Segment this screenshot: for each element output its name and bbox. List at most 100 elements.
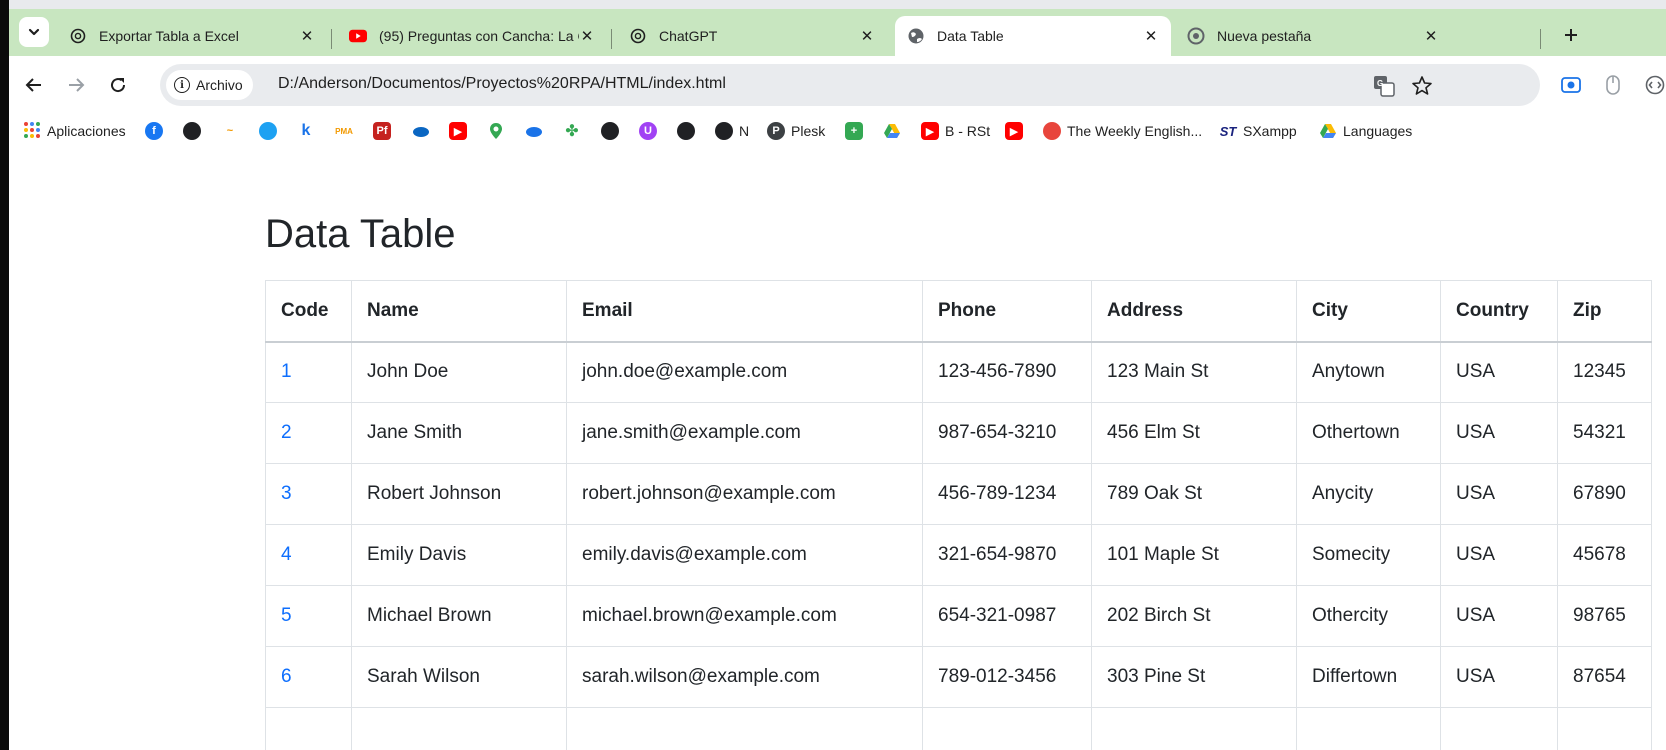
bookmarks-bar: Aplicaciones f ~ k PMA Pf ▶ ✤ U N P Ples… (9, 113, 1666, 148)
phpmyadmin-icon: PMA (335, 122, 353, 140)
svg-text:G: G (1377, 79, 1383, 88)
bookmark-label: Plesk (791, 123, 826, 139)
youtube-icon: ▶ (1005, 122, 1023, 140)
table-cell: Robert Johnson (351, 463, 567, 525)
page-title: Data Table (265, 212, 456, 256)
table-cell: 303 Pine St (1091, 646, 1297, 708)
info-icon: i (174, 77, 190, 93)
youtube-icon (349, 27, 367, 45)
github-icon (715, 122, 733, 140)
table-cell: USA (1440, 402, 1558, 464)
bookmark-pma[interactable]: PMA (335, 119, 353, 143)
plesk-icon: P (767, 122, 785, 140)
bookmark-drive[interactable] (883, 119, 901, 143)
bookmark-sxampp[interactable]: ST SXampp (1219, 119, 1297, 143)
back-button[interactable] (19, 70, 49, 100)
close-icon[interactable]: ✕ (859, 27, 875, 45)
code-link[interactable]: 3 (265, 463, 352, 525)
column-header: Country (1440, 280, 1558, 343)
window-top-strip (9, 0, 1666, 9)
bookmark-b-rst[interactable]: ▶ B - RSt (921, 119, 990, 143)
bookmark-globe-1[interactable] (183, 119, 201, 143)
table-row: 6 Sarah Wilson sarah.wilson@example.com … (265, 646, 1652, 708)
close-icon[interactable]: ✕ (1143, 27, 1159, 45)
mouse-extension-icon[interactable] (1602, 74, 1624, 96)
bookmark-facebook[interactable]: f (145, 119, 163, 143)
youtube-icon: ▶ (921, 122, 939, 140)
close-icon[interactable]: ✕ (579, 27, 595, 45)
bookmark-star-icon[interactable] (1410, 74, 1434, 98)
url-text[interactable]: D:/Anderson/Documentos/Proyectos%20RPA/H… (278, 75, 726, 93)
table-cell: 45678 (1557, 524, 1652, 586)
table-cell: Differtown (1296, 646, 1441, 708)
chrome-icon (1187, 27, 1205, 45)
tab-separator (1540, 29, 1541, 49)
bookmark-maps[interactable] (487, 119, 505, 143)
site-info-chip[interactable]: i Archivo (166, 70, 253, 100)
bookmark-github-n[interactable]: N (715, 119, 749, 143)
bookmark-cloud-1[interactable] (411, 119, 429, 143)
table-cell: 54321 (1557, 402, 1652, 464)
bookmark-weekly-english[interactable]: The Weekly English... (1043, 119, 1202, 143)
code-extension-icon[interactable] (1644, 74, 1666, 96)
close-icon[interactable]: ✕ (299, 27, 315, 45)
bookmark-globe-2[interactable] (677, 119, 695, 143)
edge-icon (259, 122, 277, 140)
table-row: 2 Jane Smith jane.smith@example.com 987-… (265, 402, 1652, 464)
bookmark-youtube-1[interactable]: ▶ (449, 119, 467, 143)
bookmark-github-1[interactable] (601, 119, 619, 143)
close-icon[interactable]: ✕ (1423, 27, 1439, 45)
bookmark-cloud-2[interactable] (525, 119, 543, 143)
translate-icon[interactable]: G (1372, 74, 1396, 98)
bookmark-apps[interactable]: Aplicaciones (23, 119, 126, 143)
table-cell: Jane Smith (351, 402, 567, 464)
table-cell: sarah.wilson@example.com (566, 646, 923, 708)
column-header: City (1296, 280, 1441, 343)
tab-title: (95) Preguntas con Cancha: La C (379, 28, 579, 44)
pf-icon: Pf (373, 122, 391, 140)
code-link[interactable]: 6 (265, 646, 352, 708)
code-link[interactable] (265, 707, 352, 750)
bookmark-pf[interactable]: Pf (373, 119, 391, 143)
tab-data-table[interactable]: Data Table ✕ (895, 16, 1171, 56)
table-cell: john.doe@example.com (566, 341, 923, 403)
bookmark-clover[interactable]: ✤ (563, 119, 581, 143)
bookmark-label: Aplicaciones (47, 123, 126, 139)
table-row: 1 John Doe john.doe@example.com 123-456-… (265, 341, 1652, 403)
bookmark-plesk[interactable]: P Plesk (767, 119, 825, 143)
column-header: Name (351, 280, 567, 343)
table-cell: 123 Main St (1091, 341, 1297, 403)
table-cell: 987-654-3210 (922, 402, 1092, 464)
column-header: Email (566, 280, 923, 343)
bookmark-youtube-2[interactable]: ▶ (1005, 119, 1023, 143)
forward-button[interactable] (61, 70, 91, 100)
code-link[interactable]: 1 (265, 341, 352, 403)
table-cell: Anycity (1296, 463, 1441, 525)
bookmark-edge[interactable] (259, 119, 277, 143)
screen-capture-extension-icon[interactable] (1560, 74, 1582, 96)
tab-chatgpt[interactable]: ChatGPT ✕ (617, 16, 887, 56)
chatgpt-icon (69, 27, 87, 45)
code-link[interactable]: 2 (265, 402, 352, 464)
bookmark-languages[interactable]: Languages (1319, 119, 1412, 143)
bookmark-k[interactable]: k (297, 119, 315, 143)
bookmark-u[interactable]: U (639, 119, 657, 143)
table-cell: Othercity (1296, 585, 1441, 647)
table-cell: 654-321-0987 (922, 585, 1092, 647)
tab-preguntas[interactable]: (95) Preguntas con Cancha: La C ✕ (337, 16, 607, 56)
new-tab-button[interactable] (1557, 21, 1585, 49)
code-link[interactable]: 5 (265, 585, 352, 647)
cloud-icon (525, 122, 543, 140)
bookmark-wave[interactable]: ~ (221, 119, 239, 143)
address-bar[interactable]: i Archivo D:/Anderson/Documentos/Proyect… (160, 64, 1540, 106)
table-cell: 101 Maple St (1091, 524, 1297, 586)
plus-icon (1565, 29, 1577, 41)
code-link[interactable]: 4 (265, 524, 352, 586)
bookmark-label: N (739, 123, 750, 139)
tab-exportar[interactable]: Exportar Tabla a Excel ✕ (57, 16, 327, 56)
reload-button[interactable] (103, 70, 133, 100)
tab-nueva-pestana[interactable]: Nueva pestaña ✕ (1175, 16, 1451, 56)
tab-search-button[interactable] (19, 17, 49, 47)
table-cell: USA (1440, 341, 1558, 403)
bookmark-sheets[interactable]: + (845, 119, 863, 143)
